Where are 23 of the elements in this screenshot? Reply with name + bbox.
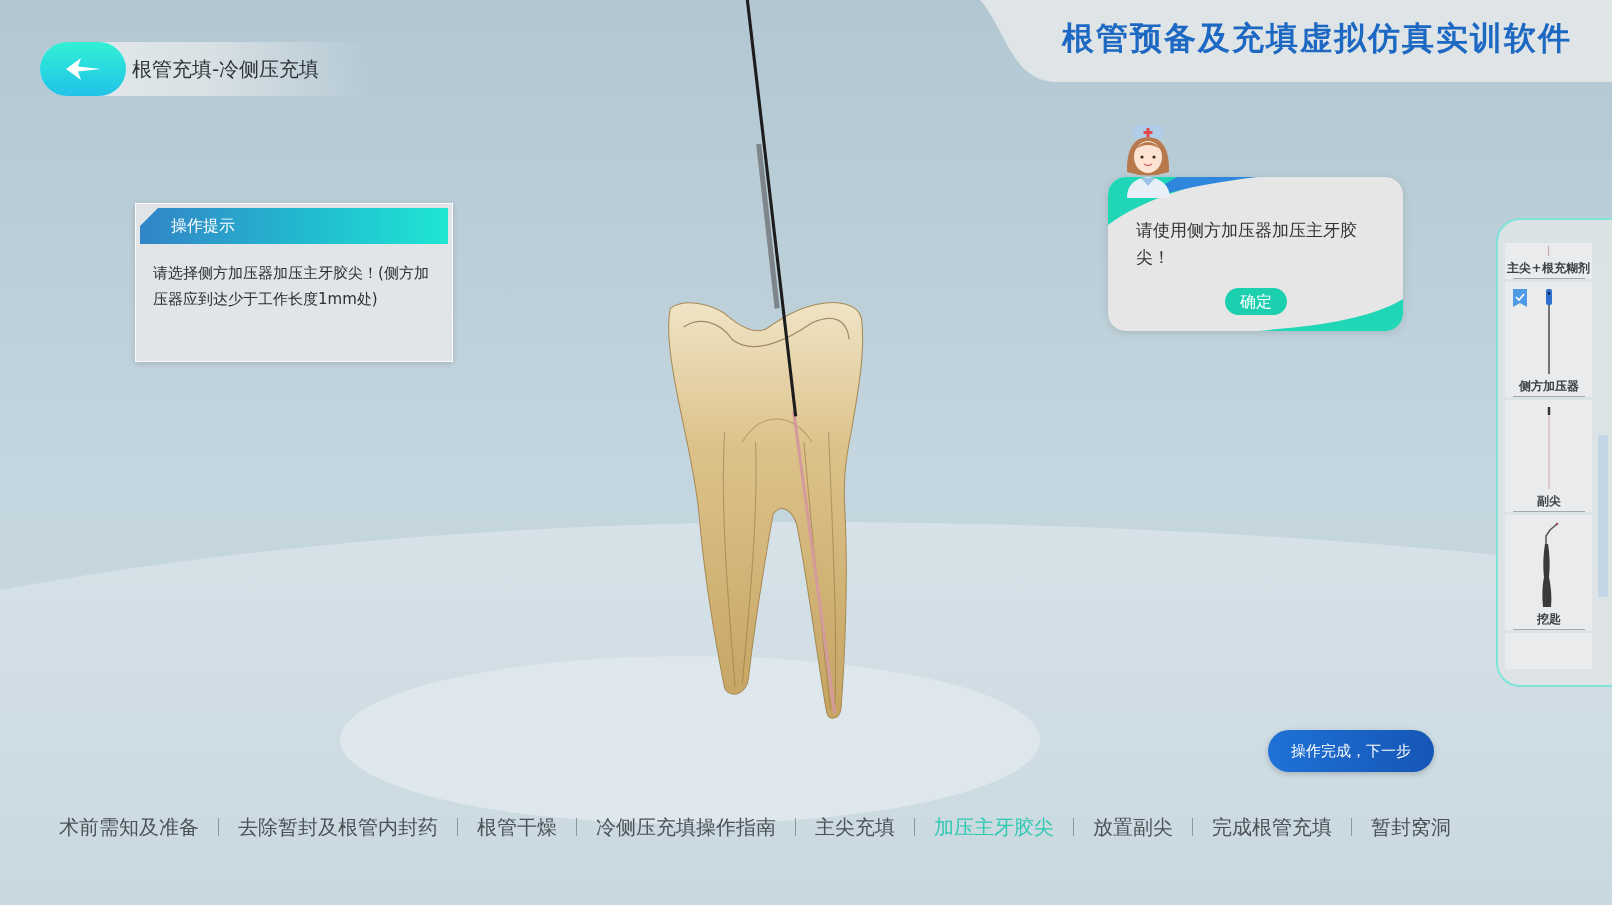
- scrollbar-thumb[interactable]: [1598, 435, 1608, 597]
- step-tab[interactable]: 冷侧压充填操作指南: [596, 815, 776, 839]
- tool-item[interactable]: 侧方加压器: [1505, 282, 1592, 397]
- step-tab[interactable]: 放置副尖: [1093, 815, 1173, 839]
- app-title: 根管预备及充填虚拟仿真实训软件: [1062, 18, 1572, 59]
- tip-text: 请选择侧方加压器加压主牙胶尖！(侧方加压器应到达少于工作长度1mm处): [152, 263, 430, 310]
- dialog-message: 请使用侧方加压器加压主牙胶尖！: [1136, 219, 1358, 269]
- back-button[interactable]: [40, 42, 126, 96]
- step-tab[interactable]: 术前需知及准备: [59, 815, 199, 839]
- tool-item[interactable]: 副尖: [1505, 400, 1592, 512]
- point-icon: [1547, 246, 1550, 256]
- step-tab[interactable]: 暂封窝洞: [1371, 815, 1451, 839]
- tool-item[interactable]: 挖匙: [1505, 515, 1592, 630]
- tool-item[interactable]: 主尖+根充糊剂: [1505, 243, 1592, 279]
- needle-icon: [1543, 289, 1554, 374]
- step-tab[interactable]: 完成根管充填: [1212, 815, 1332, 839]
- step-tab[interactable]: 根管干燥: [477, 815, 557, 839]
- step-tab[interactable]: 主尖充填: [815, 815, 895, 839]
- tip-title: 操作提示: [140, 208, 448, 244]
- thin-point-icon: [1546, 407, 1551, 489]
- page-title: 根管充填-冷侧压充填: [132, 56, 320, 83]
- next-step-button[interactable]: 操作完成，下一步: [1268, 730, 1434, 772]
- step-tab[interactable]: 去除暂封及根管内封药: [238, 815, 438, 839]
